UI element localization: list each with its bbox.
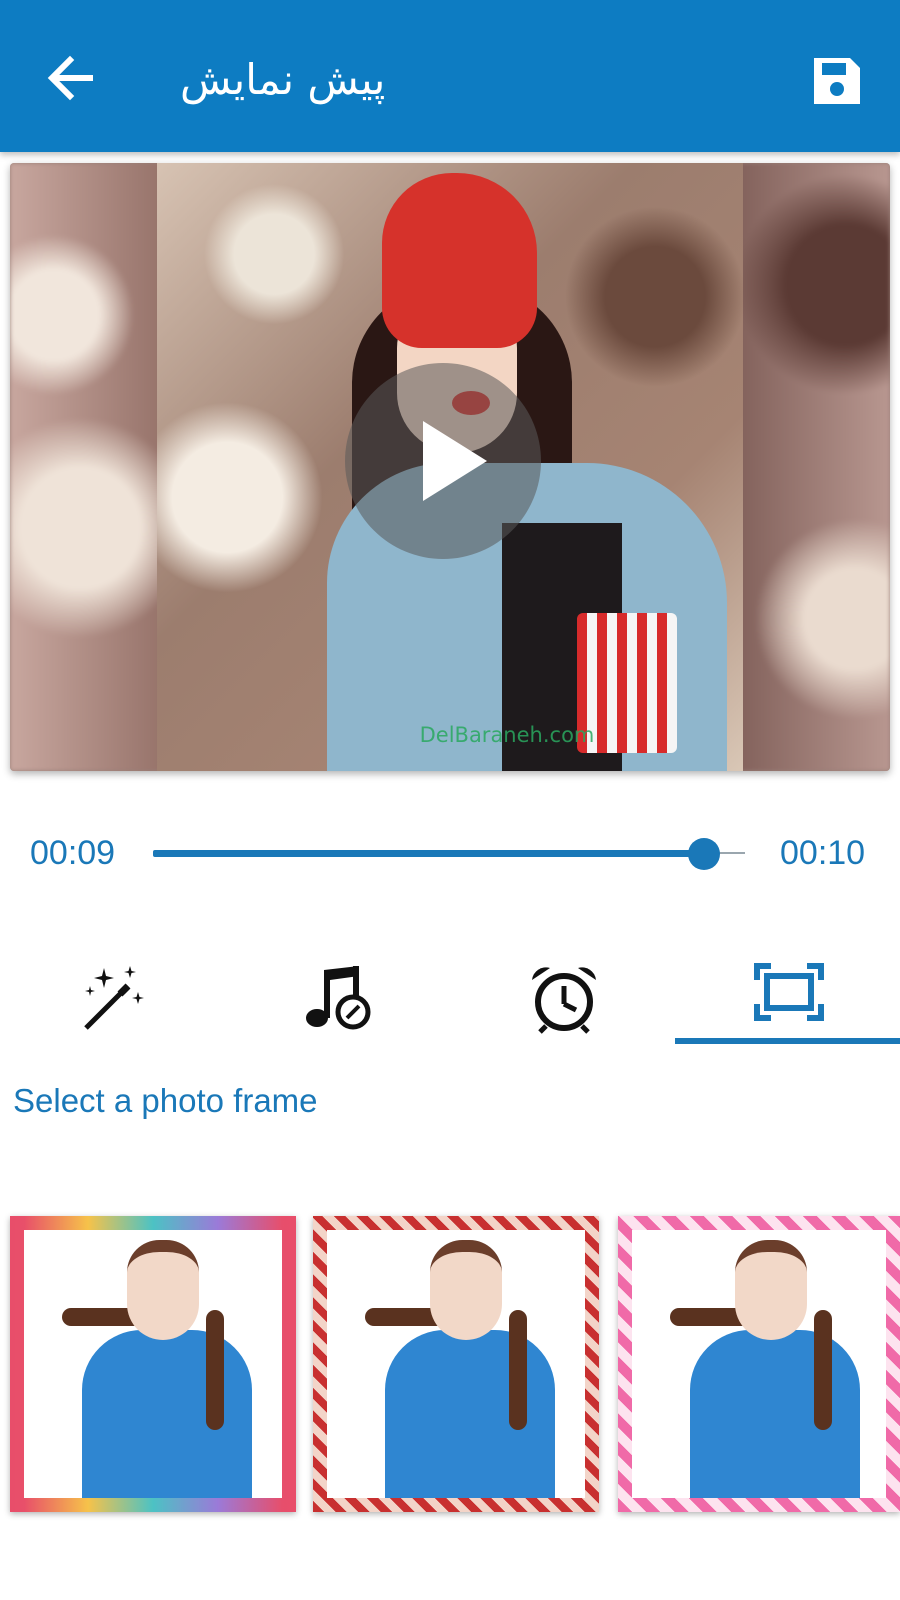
app-bar: پیش نمایش: [0, 0, 900, 152]
floppy-disk-icon: [814, 58, 860, 104]
back-button[interactable]: [40, 48, 100, 108]
tab-selected-indicator: [675, 1038, 900, 1044]
save-button[interactable]: [810, 54, 864, 108]
frame-option-1[interactable]: [10, 1216, 296, 1512]
page-title: پیش نمایش: [180, 55, 386, 104]
frame-icon: [754, 963, 824, 1021]
tab-duration[interactable]: [450, 950, 675, 1045]
seek-thumb[interactable]: [687, 838, 720, 870]
seek-progress: [153, 850, 704, 857]
current-time: 00:09: [30, 834, 116, 872]
frame-preview-shirt: [82, 1330, 252, 1498]
frame-preview-braid: [814, 1310, 832, 1430]
frame-preview-shirt: [385, 1330, 555, 1498]
frame-preview-braid: [206, 1310, 224, 1430]
tab-frame[interactable]: [675, 950, 900, 1045]
alarm-clock-icon: [532, 967, 596, 1034]
play-button[interactable]: [345, 363, 541, 559]
frame-preview-head: [735, 1240, 807, 1340]
arrow-left-icon: [47, 55, 93, 101]
music-note-icon: [306, 966, 371, 1030]
frame-preview-shirt: [690, 1330, 860, 1498]
frame-option-3[interactable]: [618, 1216, 900, 1512]
tab-music[interactable]: [225, 950, 450, 1045]
play-icon: [423, 421, 487, 501]
frames-section-label: Select a photo frame: [13, 1082, 318, 1119]
watermark: DelBaraneh.com: [419, 723, 595, 747]
video-preview[interactable]: DelBaraneh.com: [10, 163, 890, 771]
tab-effects[interactable]: [0, 950, 225, 1045]
total-time: 00:10: [780, 834, 866, 872]
frame-preview-head: [127, 1240, 199, 1340]
photo-hat: [382, 173, 537, 348]
magic-wand-icon: [84, 966, 144, 1030]
frame-option-2[interactable]: [313, 1216, 599, 1512]
frame-preview-braid: [509, 1310, 527, 1430]
frame-preview-head: [430, 1240, 502, 1340]
